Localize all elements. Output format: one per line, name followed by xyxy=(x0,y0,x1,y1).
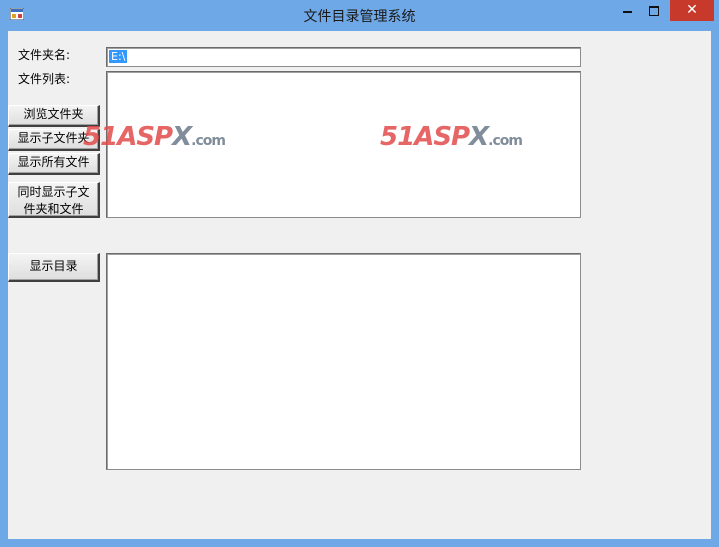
form-client-area: 文件夹名: 文件列表: E:\ 浏览文件夹 显示子文件夹 显示所有文件 同时显示… xyxy=(8,31,711,539)
show-both-button-label-line1: 同时显示子文 xyxy=(17,185,90,199)
show-both-button-label-line2: 件夹和文件 xyxy=(23,202,84,216)
browse-folder-button-label: 浏览文件夹 xyxy=(23,107,84,121)
maximize-icon xyxy=(649,6,659,16)
show-directory-button[interactable]: 显示目录 xyxy=(8,253,100,282)
watermark-right: 51ASPX.com xyxy=(380,122,523,152)
maximize-button[interactable] xyxy=(640,0,668,21)
show-folders-and-files-button[interactable]: 同时显示子文 件夹和文件 xyxy=(8,182,100,218)
directory-output-box[interactable] xyxy=(106,253,581,470)
show-directory-button-label: 显示目录 xyxy=(29,259,78,273)
title-bar[interactable]: 文件目录管理系统 ✕ xyxy=(0,0,719,31)
watermark-left: 51ASPX.com xyxy=(83,122,226,152)
close-icon: ✕ xyxy=(686,2,698,18)
app-window: 文件目录管理系统 ✕ 文件夹名: 文件列表: E:\ 浏览文件夹 显示子文件夹 … xyxy=(0,0,719,547)
minimize-button[interactable] xyxy=(612,0,640,21)
folder-path-selected-text: E:\ xyxy=(109,50,128,63)
folder-name-label: 文件夹名: xyxy=(18,48,71,62)
show-all-files-button-label: 显示所有文件 xyxy=(17,155,90,169)
folder-path-field[interactable]: E:\ xyxy=(106,47,581,67)
close-button[interactable]: ✕ xyxy=(670,0,714,21)
show-all-files-button[interactable]: 显示所有文件 xyxy=(8,153,100,175)
file-list-label: 文件列表: xyxy=(18,72,71,86)
minimize-icon xyxy=(623,11,632,13)
